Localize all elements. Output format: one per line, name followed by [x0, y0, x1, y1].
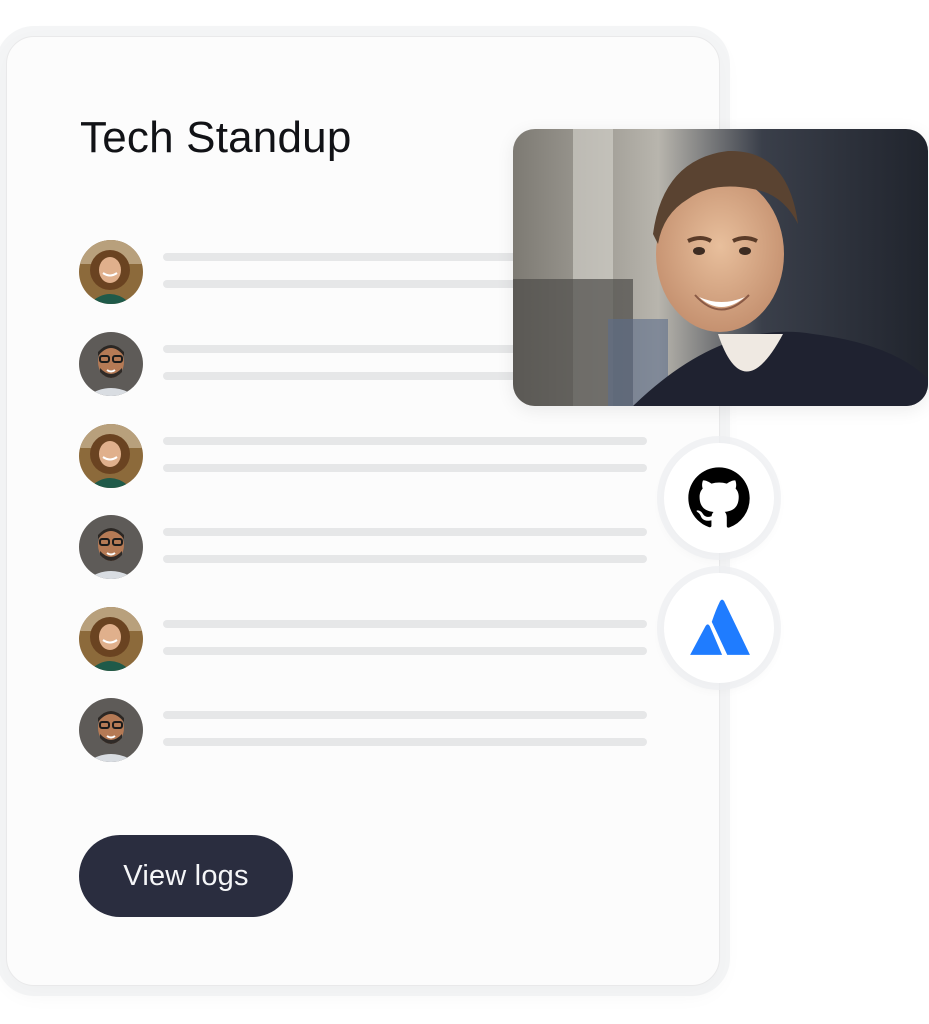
list-item[interactable] — [79, 424, 649, 488]
skeleton-line — [163, 647, 647, 655]
avatar — [79, 515, 143, 579]
card-title: Tech Standup — [80, 113, 352, 162]
github-integration[interactable] — [664, 443, 774, 553]
list-item[interactable] — [79, 607, 649, 671]
skeleton-line — [163, 711, 647, 719]
atlassian-icon — [690, 599, 750, 655]
avatar — [79, 698, 143, 762]
skeleton-line — [163, 437, 647, 445]
skeleton-line — [163, 620, 647, 628]
view-logs-button[interactable]: View logs — [79, 835, 293, 917]
skeleton-line — [163, 528, 647, 536]
atlassian-integration[interactable] — [664, 573, 774, 683]
video-tile[interactable] — [513, 129, 928, 406]
skeleton-line — [163, 555, 647, 563]
github-icon — [688, 467, 750, 528]
avatar — [79, 332, 143, 396]
avatar — [79, 240, 143, 304]
avatar — [79, 607, 143, 671]
skeleton-line — [163, 738, 647, 746]
skeleton-line — [163, 464, 647, 472]
list-item[interactable] — [79, 698, 649, 762]
avatar — [79, 424, 143, 488]
list-item[interactable] — [79, 515, 649, 579]
